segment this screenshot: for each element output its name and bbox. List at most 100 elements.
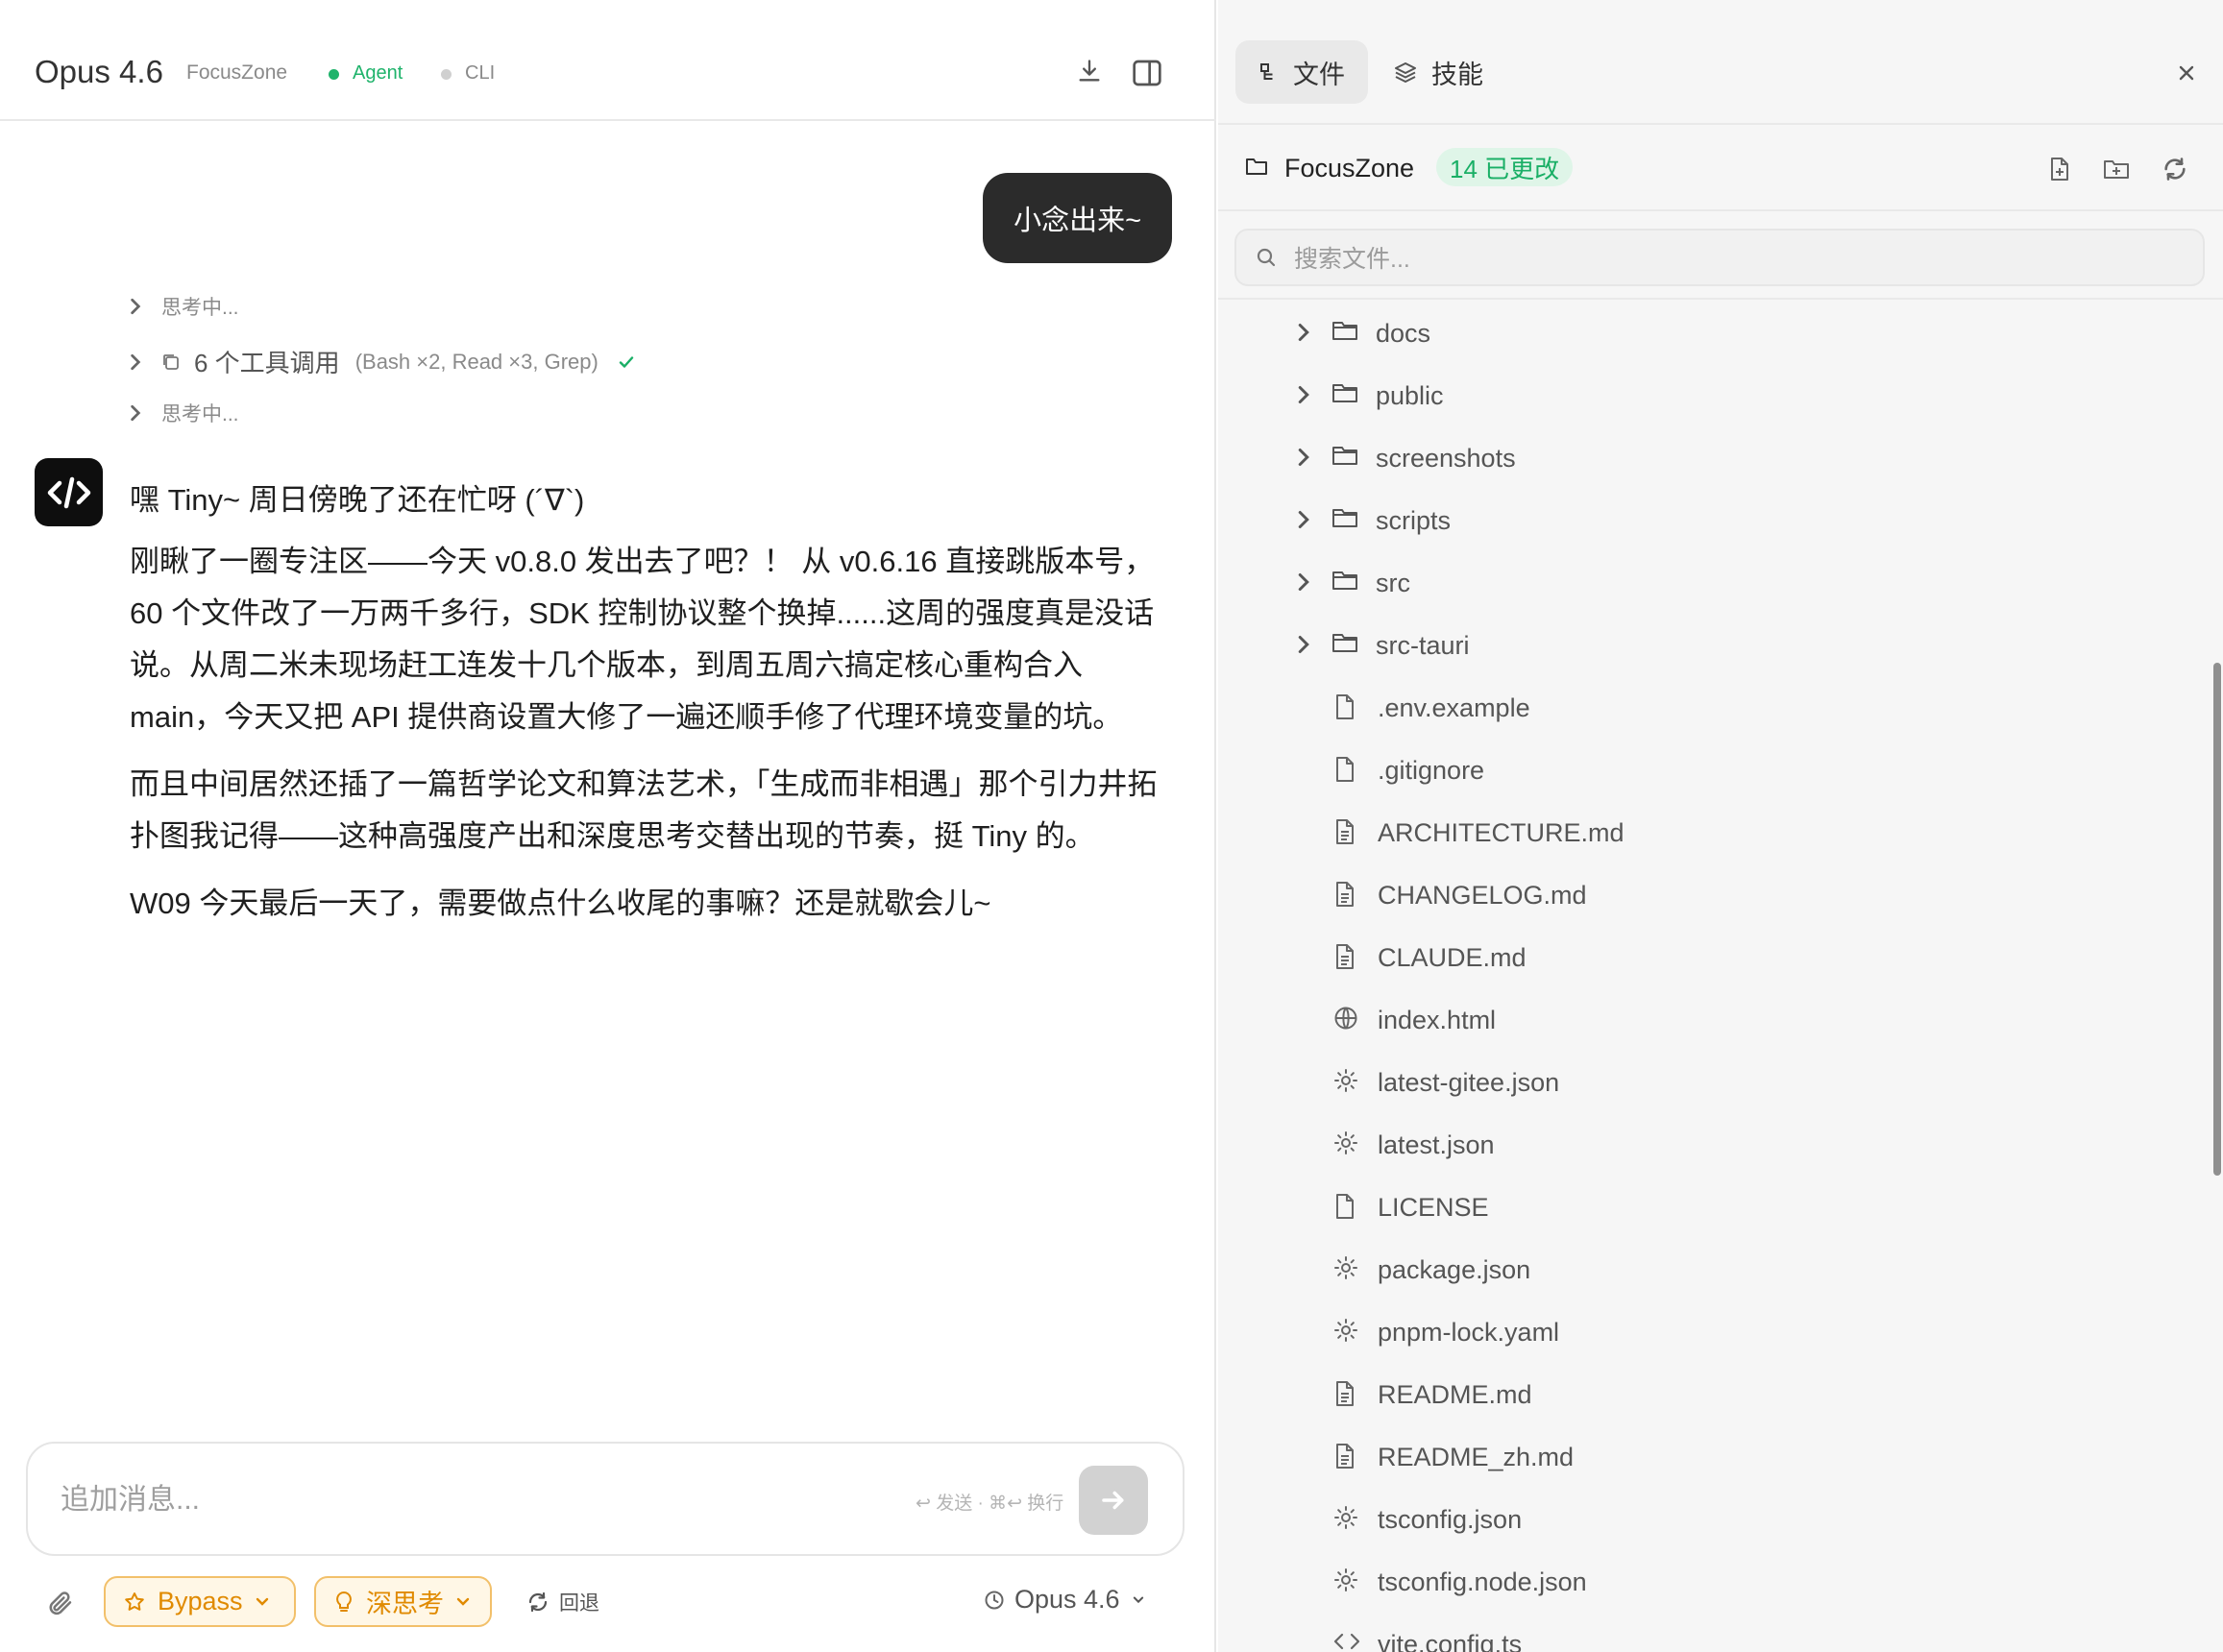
model-select-label: Opus 4.6 (1014, 1585, 1120, 1614)
close-icon[interactable] (2173, 60, 2200, 86)
send-button[interactable] (1079, 1466, 1148, 1535)
doc-icon (1333, 818, 1356, 850)
tree-item-name: docs (1376, 319, 1431, 348)
doc-icon (1333, 943, 1356, 975)
chevron-right-icon[interactable] (1297, 510, 1310, 534)
assistant-paragraph: 刚瞅了一圈专注区——今天 v0.8.0 发出去了吧？！ 从 v0.6.16 直接… (130, 545, 1155, 734)
tree-folder[interactable]: docs (1218, 302, 2198, 364)
tree-folder[interactable]: public (1218, 364, 2198, 426)
rollback-button[interactable]: 回退 (526, 1588, 599, 1616)
assistant-message: 嘿 Tiny~ 周日傍晚了还在忙呀 (´∇`) 刚瞅了一圈专注区——今天 v0.… (130, 474, 1167, 945)
file-search-input[interactable] (1294, 240, 2159, 279)
tree-file[interactable]: README.md (1218, 1363, 2198, 1425)
refresh-icon[interactable] (2160, 154, 2190, 184)
mode-cli[interactable]: CLI (465, 62, 495, 85)
mode-agent[interactable]: Agent (353, 62, 403, 85)
changes-badge: 14 已更改 (1436, 148, 1574, 186)
tree-file[interactable]: CHANGELOG.md (1218, 863, 2198, 926)
tree-file[interactable]: latest-gitee.json (1218, 1051, 2198, 1113)
chevron-right-icon[interactable] (1297, 572, 1310, 596)
tree-item-name: index.html (1378, 1006, 1497, 1034)
attach-icon[interactable] (44, 1587, 77, 1619)
assistant-paragraph: W09 今天最后一天了，需要做点什么收尾的事嘛？还是就歇会儿~ (130, 887, 991, 920)
code-icon (1333, 1630, 1360, 1652)
tree-item-name: scripts (1376, 506, 1452, 535)
folder-icon (1331, 444, 1358, 472)
code-icon (47, 476, 90, 508)
scrollbar[interactable] (2213, 663, 2221, 1176)
refresh-icon (526, 1591, 550, 1614)
new-file-icon[interactable] (2046, 156, 2073, 182)
tree-folder[interactable]: src (1218, 551, 2198, 614)
assistant-paragraph: 而且中间居然还插了一篇哲学论文和算法艺术，「生成而非相遇」那个引力井拓扑图我记得… (130, 767, 1158, 853)
tree-file[interactable]: ARCHITECTURE.md (1218, 801, 2198, 863)
gear-icon (1333, 1130, 1358, 1160)
chevron-right-icon (129, 353, 150, 371)
star-icon (123, 1591, 146, 1614)
tree-file[interactable]: latest.json (1218, 1113, 2198, 1176)
folder-icon (1331, 569, 1358, 596)
file-tree-icon (1258, 61, 1280, 83)
chevron-down-icon (1132, 1595, 1145, 1605)
file-icon (1333, 756, 1356, 788)
folder-icon (1245, 156, 1268, 177)
divider (1218, 298, 2223, 300)
gear-icon (1333, 1255, 1358, 1285)
tree-item-name: screenshots (1376, 444, 1516, 473)
tab-skills[interactable]: 技能 (1370, 40, 1506, 104)
model-title: Opus 4.6 (35, 54, 163, 89)
agent-status-dot (329, 69, 339, 80)
tree-file[interactable]: vite.config.ts (1218, 1613, 2198, 1652)
chevron-right-icon[interactable] (1297, 635, 1310, 659)
model-selector[interactable]: Opus 4.6 (984, 1585, 1145, 1615)
gear-icon (1333, 1505, 1358, 1535)
chevron-down-icon (455, 1596, 471, 1608)
doc-icon (1333, 1443, 1356, 1474)
gear-icon (1333, 1068, 1358, 1098)
tree-file[interactable]: README_zh.md (1218, 1425, 2198, 1488)
tree-item-name: latest-gitee.json (1378, 1068, 1560, 1097)
new-folder-icon[interactable] (2102, 156, 2131, 182)
tree-item-name: CHANGELOG.md (1378, 881, 1587, 910)
rollback-label: 回退 (559, 1592, 599, 1615)
tab-files[interactable]: 文件 (1235, 40, 1368, 104)
shortcut-hint: ↩ 发送 · ⌘↩ 换行 (916, 1494, 1064, 1514)
message-input[interactable] (61, 1478, 867, 1522)
tree-file[interactable]: tsconfig.json (1218, 1488, 2198, 1550)
tree-item-name: README.md (1378, 1380, 1532, 1409)
tree-file[interactable]: .gitignore (1218, 739, 2198, 801)
gear-icon (1333, 1567, 1358, 1597)
tree-item-name: tsconfig.json (1378, 1505, 1523, 1534)
chevron-right-icon[interactable] (1297, 385, 1310, 409)
toggle-panel-icon[interactable] (1131, 58, 1163, 88)
tree-file[interactable]: pnpm-lock.yaml (1218, 1300, 2198, 1363)
tree-file[interactable]: CLAUDE.md (1218, 926, 2198, 988)
tree-file[interactable]: package.json (1218, 1238, 2198, 1300)
thinking-toggle-2[interactable]: 思考中... (129, 399, 239, 427)
tab-skills-label: 技能 (1431, 60, 1483, 89)
tool-calls-toggle[interactable]: 6 个工具调用 (Bash ×2, Read ×3, Grep) (129, 344, 635, 379)
tree-folder[interactable]: src-tauri (1218, 614, 2198, 676)
tree-item-name: package.json (1378, 1255, 1531, 1284)
bypass-button[interactable]: Bypass (104, 1576, 296, 1627)
doc-icon (1333, 881, 1356, 912)
tree-file[interactable]: .env.example (1218, 676, 2198, 739)
tree-item-name: public (1376, 381, 1444, 410)
tree-file[interactable]: LICENSE (1218, 1176, 2198, 1238)
deep-think-button[interactable]: 深思考 (314, 1576, 492, 1627)
tree-folder[interactable]: screenshots (1218, 426, 2198, 489)
download-icon[interactable] (1074, 56, 1105, 86)
chevron-right-icon (129, 404, 150, 422)
tree-folder[interactable]: scripts (1218, 489, 2198, 551)
thinking-label: 思考中... (161, 297, 239, 319)
folder-icon (1331, 506, 1358, 534)
thinking-toggle-1[interactable]: 思考中... (129, 292, 239, 321)
file-icon (1333, 1193, 1356, 1225)
message-composer: ↩ 发送 · ⌘↩ 换行 (26, 1442, 1185, 1556)
tree-file[interactable]: tsconfig.node.json (1218, 1550, 2198, 1613)
tree-file[interactable]: index.html (1218, 988, 2198, 1051)
chevron-right-icon[interactable] (1297, 448, 1310, 472)
chevron-right-icon[interactable] (1297, 323, 1310, 347)
cli-status-dot (441, 69, 452, 80)
chevron-down-icon (255, 1596, 270, 1608)
